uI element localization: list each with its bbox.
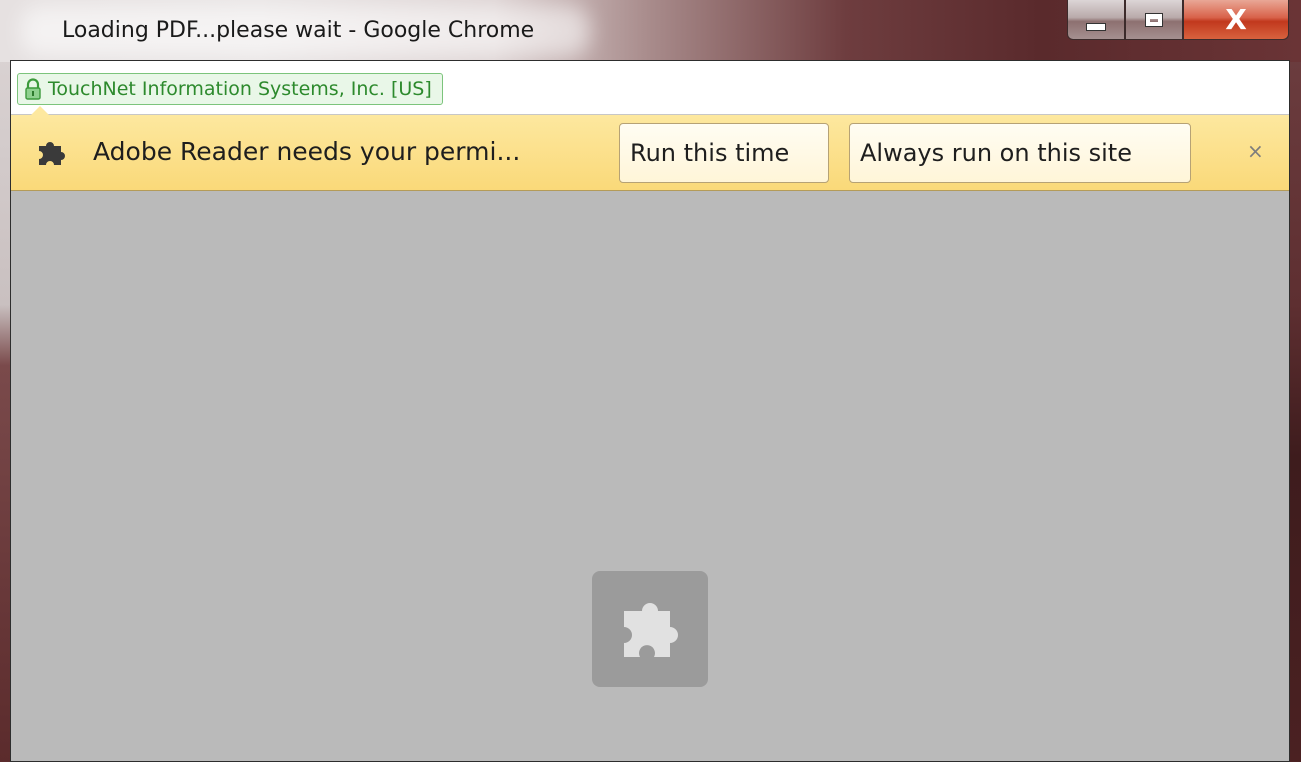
blocked-plugin-placeholder[interactable] <box>592 571 708 687</box>
window-title: Loading PDF...please wait - Google Chrom… <box>62 18 535 43</box>
close-window-button[interactable]: X <box>1183 0 1289 40</box>
plugin-puzzle-icon <box>624 603 678 657</box>
infobar-message: Adobe Reader needs your permi... <box>93 137 521 166</box>
page-content <box>11 191 1289 761</box>
plugin-permission-infobar: Adobe Reader needs your permi... Run thi… <box>11 106 1289 191</box>
close-icon: X <box>1225 3 1247 36</box>
lock-icon <box>25 78 41 100</box>
always-run-button[interactable]: Always run on this site <box>849 123 1191 183</box>
run-this-time-button[interactable]: Run this time <box>619 123 829 183</box>
infobar-close-icon[interactable]: × <box>1247 139 1264 163</box>
window-titlebar[interactable]: Loading PDF...please wait - Google Chrom… <box>0 0 1301 62</box>
browser-window: TouchNet Information Systems, Inc. [US] … <box>10 60 1290 762</box>
minimize-button[interactable] <box>1067 0 1125 40</box>
minimize-icon <box>1086 22 1106 31</box>
infobar-pointer <box>31 106 49 115</box>
caption-buttons: X <box>1067 0 1289 42</box>
maximize-icon <box>1145 12 1163 27</box>
site-identity-label: TouchNet Information Systems, Inc. [US] <box>48 78 432 100</box>
address-bar[interactable]: TouchNet Information Systems, Inc. [US] <box>11 61 1289 115</box>
maximize-button[interactable] <box>1125 0 1183 40</box>
puzzle-icon <box>39 142 65 165</box>
site-identity-badge[interactable]: TouchNet Information Systems, Inc. [US] <box>17 73 443 105</box>
